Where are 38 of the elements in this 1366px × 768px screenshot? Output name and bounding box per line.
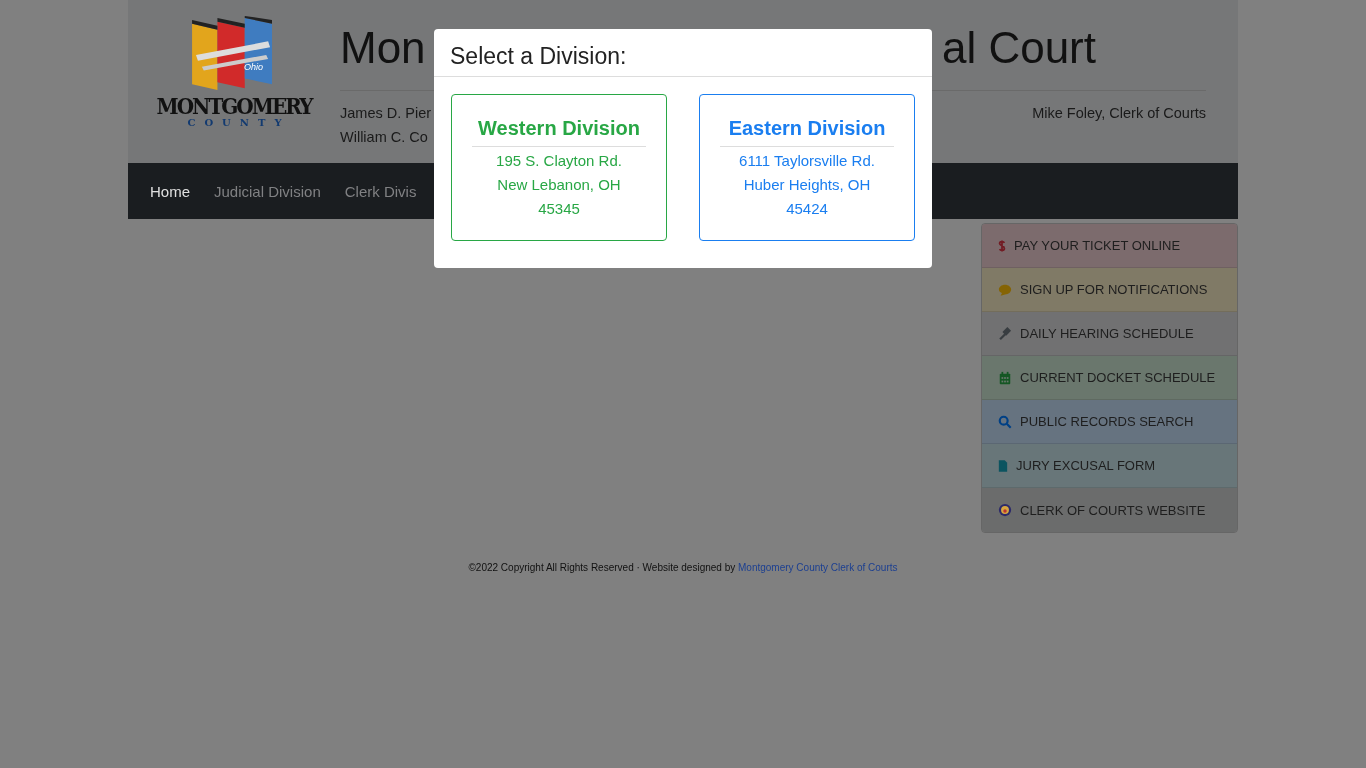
- address-line: New Lebanon, OH: [497, 175, 621, 195]
- site-title: Mon: [340, 22, 426, 74]
- logo-script-text: Ohio: [244, 62, 263, 72]
- official-name: Mike Foley, Clerk of Courts: [1032, 104, 1206, 123]
- quick-link[interactable]: DAILY HEARING SCHEDULE: [982, 312, 1237, 356]
- nav-link[interactable]: Clerk Divis: [332, 182, 429, 200]
- address-line: 6111 Taylorsville Rd.: [739, 151, 875, 171]
- logo-wordmark: MONTGOMERY: [156, 92, 312, 120]
- division-card[interactable]: Western Division 195 S. Clayton Rd. New Lebanon, OH 45345: [451, 94, 667, 241]
- division-name: Western Division: [472, 117, 646, 147]
- quick-link[interactable]: PAY YOUR TICKET ONLINE: [982, 224, 1237, 268]
- site-title: al Court: [941, 22, 1096, 74]
- chat-bubble-icon: [998, 282, 1012, 297]
- quick-link[interactable]: PUBLIC RECORDS SEARCH: [982, 400, 1237, 444]
- copyright-text: ©2022 Copyright All Rights Reserved · Website designed by Montgomery County Clerk of Courts: [468, 562, 898, 573]
- footer-link[interactable]: Montgomery County Clerk of Courts: [738, 562, 898, 573]
- address-line: 45345: [538, 199, 580, 219]
- official-name: James D. Pier: [340, 104, 432, 123]
- dialog-title: Select a Division:: [450, 43, 627, 69]
- quick-link[interactable]: SIGN UP FOR NOTIFICATIONS: [982, 268, 1237, 312]
- division-card[interactable]: Eastern Division 6111 Taylorsville Rd. Huber Heights, OH 45424: [699, 94, 915, 241]
- address-line: 195 S. Clayton Rd.: [496, 151, 622, 171]
- seal-icon: [998, 503, 1012, 517]
- address-line: Huber Heights, OH: [743, 175, 871, 195]
- nav-link[interactable]: Judicial Division: [202, 182, 333, 200]
- quick-link[interactable]: CURRENT DOCKET SCHEDULE: [982, 356, 1237, 400]
- address-line: 45424: [786, 199, 828, 219]
- official-name: William C. Co: [340, 128, 429, 147]
- division-name: Eastern Division: [720, 117, 894, 147]
- quick-link[interactable]: JURY EXCUSAL FORM: [982, 444, 1237, 488]
- nav-link[interactable]: Home: [138, 182, 202, 200]
- search-icon: [998, 414, 1012, 429]
- logo-subtitle: COUNTY: [187, 118, 291, 128]
- dollar-icon: [998, 238, 1006, 253]
- calendar-icon: [998, 370, 1012, 385]
- quick-link[interactable]: CLERK OF COURTS WEBSITE: [982, 488, 1237, 532]
- document-icon: [998, 458, 1008, 473]
- gavel-icon: [998, 326, 1012, 341]
